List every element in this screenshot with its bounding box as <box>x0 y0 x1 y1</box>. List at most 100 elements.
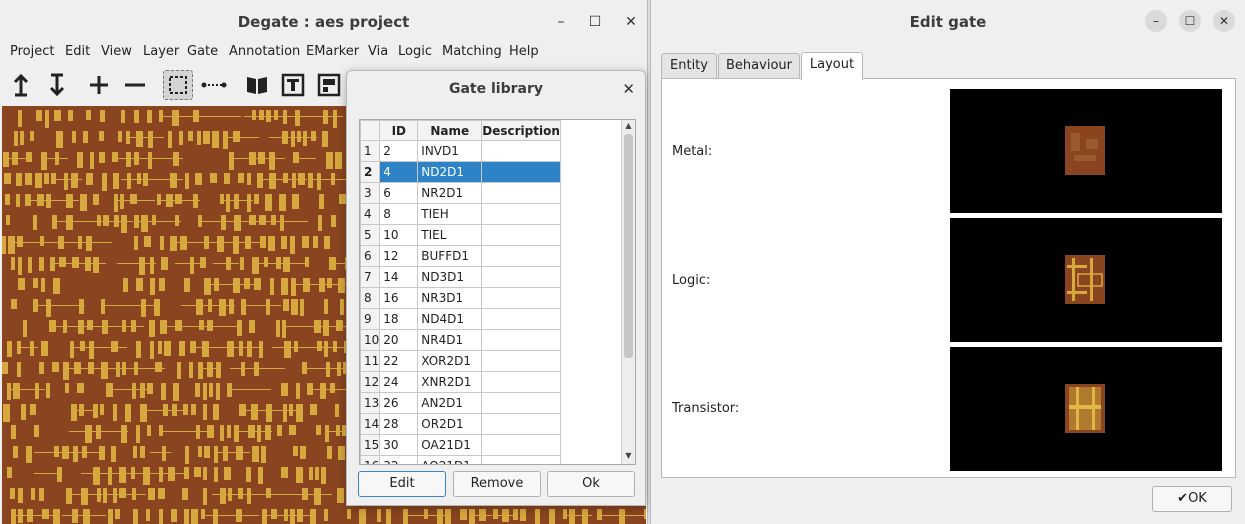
remove-button[interactable]: Remove <box>453 471 541 497</box>
table-row[interactable]: 6 12 BUFFD1 <box>360 245 561 267</box>
cell-id[interactable]: 18 <box>379 308 419 330</box>
row-number[interactable]: 6 <box>360 245 381 267</box>
column-header-name[interactable]: Name <box>417 120 483 141</box>
tab-entity[interactable]: Entity <box>661 53 717 79</box>
row-number[interactable]: 8 <box>360 287 381 309</box>
menu-emarker[interactable]: EMarker <box>306 44 359 59</box>
gate-table[interactable]: ID Name Description 1 2 INVD1 2 4 ND2D1 3 6 NR2D… <box>359 119 636 465</box>
cell-description[interactable] <box>481 287 561 309</box>
scroll-thumb[interactable] <box>624 134 633 358</box>
cell-name[interactable]: AN2D1 <box>417 392 483 414</box>
close-button[interactable]: ✕ <box>621 12 641 32</box>
cell-name[interactable]: XOR2D1 <box>417 350 483 372</box>
ok-button[interactable]: Ok <box>547 471 635 497</box>
cell-id[interactable]: 4 <box>379 161 419 183</box>
menu-matching[interactable]: Matching <box>442 44 502 59</box>
cell-description[interactable] <box>481 329 561 351</box>
selection-tool-icon[interactable] <box>163 70 193 100</box>
edit-gate-maximize-button[interactable]: ☐ <box>1179 10 1201 32</box>
wire-tool-icon[interactable] <box>199 70 229 100</box>
cell-description[interactable] <box>481 455 561 464</box>
row-number[interactable]: 4 <box>360 203 381 225</box>
cell-name[interactable]: AO21D1 <box>417 455 483 464</box>
cell-description[interactable] <box>481 350 561 372</box>
cell-description[interactable] <box>481 308 561 330</box>
book-icon[interactable] <box>242 70 272 100</box>
cell-description[interactable] <box>481 413 561 435</box>
row-number[interactable]: 5 <box>360 224 381 246</box>
menu-help[interactable]: Help <box>509 44 539 59</box>
cell-id[interactable]: 14 <box>379 266 419 288</box>
table-row[interactable]: 7 14 ND3D1 <box>360 266 561 288</box>
column-header-description[interactable]: Description <box>481 120 561 141</box>
row-number[interactable]: 10 <box>360 329 381 351</box>
column-header-id[interactable]: ID <box>379 120 419 141</box>
table-row[interactable]: 1632AO21D1 <box>360 455 561 464</box>
cell-id[interactable]: 8 <box>379 203 419 225</box>
tab-behaviour[interactable]: Behaviour <box>718 53 800 79</box>
edit-gate-ok-button[interactable]: ✔OK <box>1152 486 1232 512</box>
row-number[interactable]: 14 <box>360 413 381 435</box>
menu-layer[interactable]: Layer <box>143 44 179 59</box>
menu-annotation[interactable]: Annotation <box>229 44 300 59</box>
edit-gate-close-button[interactable]: ✕ <box>1213 10 1235 32</box>
cell-name[interactable]: NR2D1 <box>417 182 483 204</box>
cell-name[interactable]: ND3D1 <box>417 266 483 288</box>
cell-name[interactable]: INVD1 <box>417 140 483 162</box>
cell-id[interactable]: 20 <box>379 329 419 351</box>
menu-project[interactable]: Project <box>10 44 54 59</box>
zoom-out-icon[interactable] <box>120 70 150 100</box>
move-layer-up-icon[interactable] <box>6 70 36 100</box>
cell-name[interactable]: ND2D1 <box>417 161 483 183</box>
edit-gate-minimize-button[interactable]: – <box>1145 10 1167 32</box>
annotation-icon[interactable] <box>278 70 308 100</box>
cell-description[interactable] <box>481 161 561 183</box>
cell-name[interactable]: OA21D1 <box>417 434 483 456</box>
table-row[interactable]: 3 6 NR2D1 <box>360 182 561 204</box>
cell-name[interactable]: TIEH <box>417 203 483 225</box>
cell-id[interactable]: 24 <box>379 371 419 393</box>
table-row[interactable]: 10 20 NR4D1 <box>360 329 561 351</box>
row-number[interactable]: 2 <box>360 161 381 183</box>
scroll-down-icon[interactable]: ▼ <box>622 451 635 463</box>
table-row[interactable]: 8 16 NR3D1 <box>360 287 561 309</box>
cell-name[interactable]: TIEL <box>417 224 483 246</box>
cell-id[interactable]: 10 <box>379 224 419 246</box>
table-row[interactable]: 1 2 INVD1 <box>360 140 561 162</box>
cell-id[interactable]: 28 <box>379 413 419 435</box>
cell-description[interactable] <box>481 203 561 225</box>
row-number[interactable]: 7 <box>360 266 381 288</box>
row-number[interactable]: 13 <box>360 392 381 414</box>
menu-logic[interactable]: Logic <box>398 44 432 59</box>
row-number[interactable]: 1 <box>360 140 381 162</box>
cell-name[interactable]: BUFFD1 <box>417 245 483 267</box>
row-number[interactable]: 9 <box>360 308 381 330</box>
cell-id[interactable]: 26 <box>379 392 419 414</box>
gate-library-close-icon[interactable]: ✕ <box>622 80 635 98</box>
table-row[interactable]: 13 26 AN2D1 <box>360 392 561 414</box>
cell-description[interactable] <box>481 182 561 204</box>
row-number[interactable]: 16 <box>360 455 381 464</box>
move-layer-down-icon[interactable] <box>42 70 72 100</box>
table-row[interactable]: 11 22 XOR2D1 <box>360 350 561 372</box>
cell-name[interactable]: XNR2D1 <box>417 371 483 393</box>
cell-description[interactable] <box>481 266 561 288</box>
tab-layout[interactable]: Layout <box>801 52 863 80</box>
table-scrollbar[interactable]: ▲ ▼ <box>621 120 635 464</box>
minimize-button[interactable]: – <box>551 12 571 32</box>
cell-description[interactable] <box>481 245 561 267</box>
cell-id[interactable]: 22 <box>379 350 419 372</box>
cell-id[interactable]: 6 <box>379 182 419 204</box>
cell-id[interactable]: 32 <box>379 455 419 464</box>
cell-description[interactable] <box>481 392 561 414</box>
cell-name[interactable]: NR4D1 <box>417 329 483 351</box>
row-number[interactable]: 15 <box>360 434 381 456</box>
table-row[interactable]: 14 28 OR2D1 <box>360 413 561 435</box>
table-row[interactable]: 4 8 TIEH <box>360 203 561 225</box>
cell-description[interactable] <box>481 140 561 162</box>
cell-id[interactable]: 30 <box>379 434 419 456</box>
cell-name[interactable]: NR3D1 <box>417 287 483 309</box>
menu-gate[interactable]: Gate <box>187 44 218 59</box>
menu-via[interactable]: Via <box>368 44 388 59</box>
menu-edit[interactable]: Edit <box>65 44 90 59</box>
